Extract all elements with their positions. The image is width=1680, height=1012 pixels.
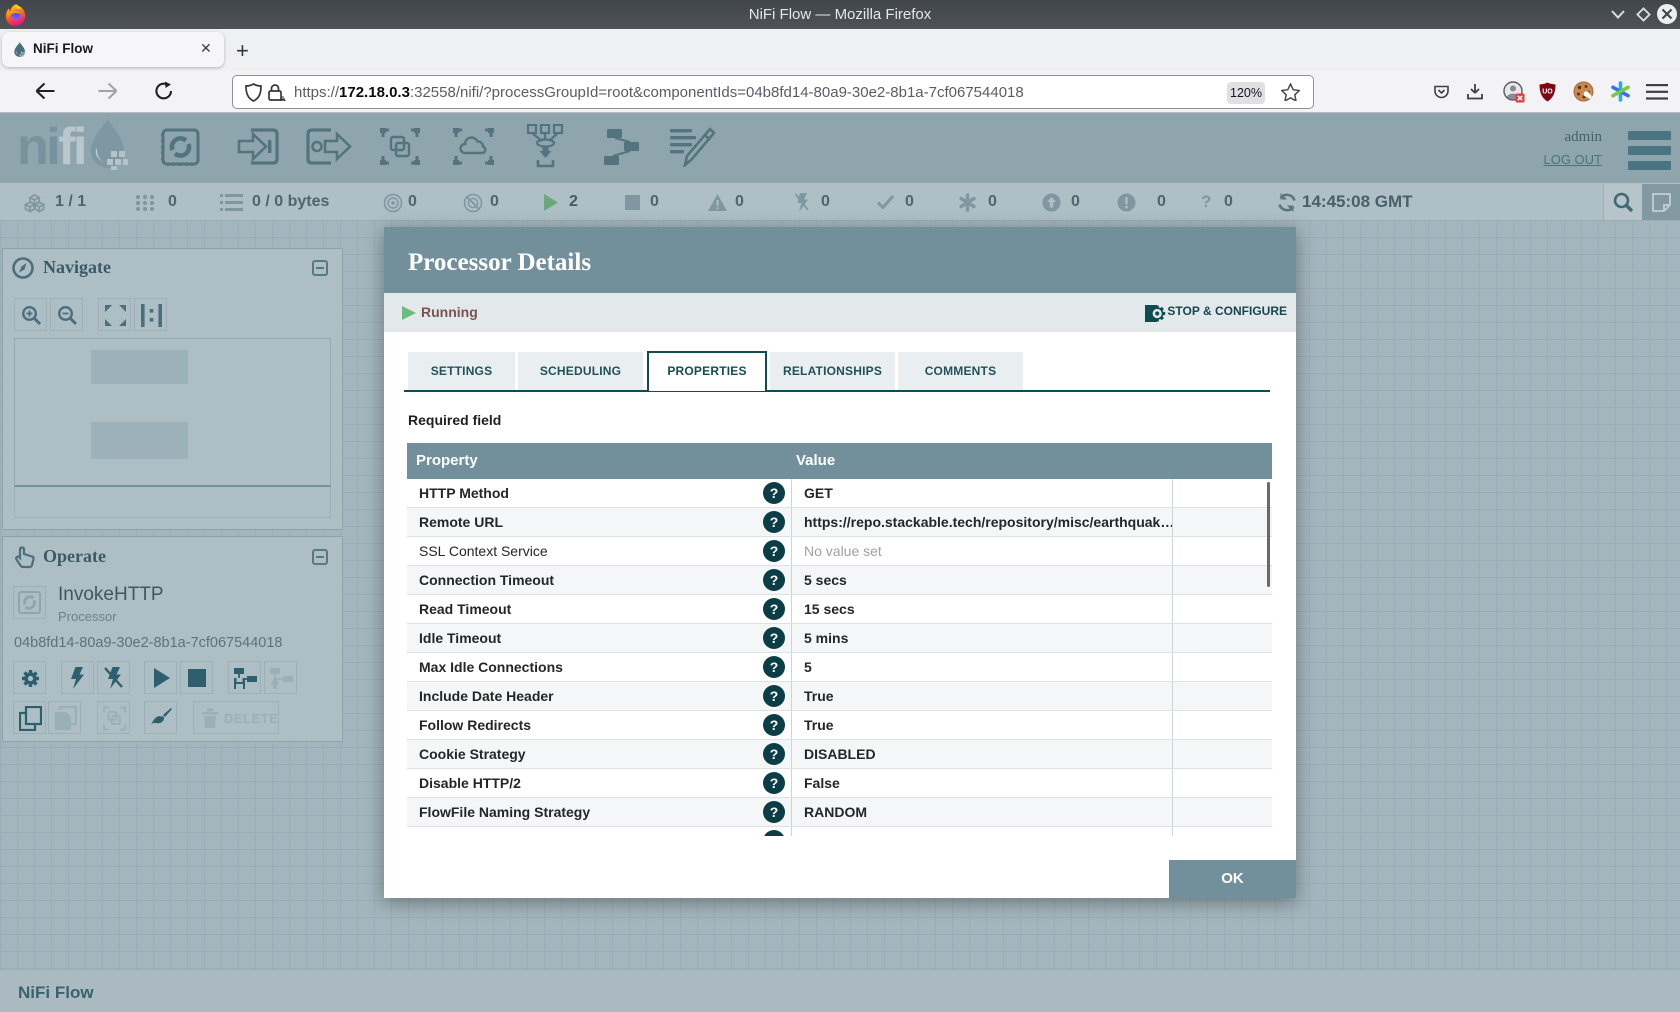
svg-text:UO: UO	[1542, 89, 1553, 96]
